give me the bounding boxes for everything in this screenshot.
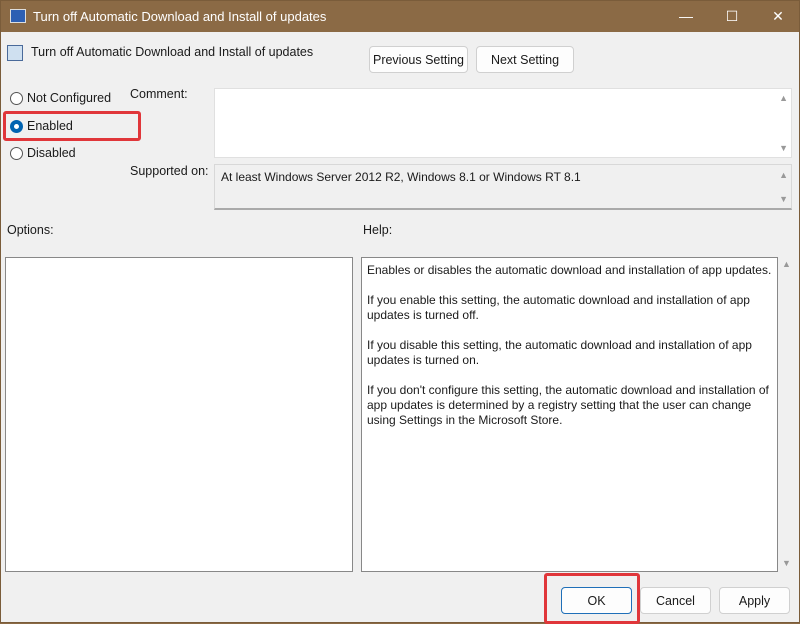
previous-setting-button[interactable]: Previous Setting [369,46,468,73]
ok-highlight [544,573,640,624]
help-paragraph: If you disable this setting, the automat… [367,338,752,367]
setting-title: Turn off Automatic Download and Install … [31,45,314,59]
help-scroll-up[interactable]: ▲ [782,259,791,269]
options-label: Options: [7,223,54,237]
close-button[interactable]: ✕ [763,5,793,27]
window-title: Turn off Automatic Download and Install … [33,9,327,24]
supported-label: Supported on: [130,164,209,178]
maximize-button[interactable]: ☐ [717,5,747,27]
setting-icon [7,45,23,61]
radio-disabled[interactable]: Disabled [10,146,76,160]
comment-input[interactable]: ▲ ▼ [214,88,792,158]
enabled-highlight [3,111,141,141]
help-panel: Enables or disables the automatic downlo… [361,257,778,572]
comment-label: Comment: [130,87,188,101]
help-paragraph: If you don't configure this setting, the… [367,383,769,427]
policy-dialog: Turn off Automatic Download and Install … [0,0,800,624]
next-setting-button[interactable]: Next Setting [476,46,574,73]
help-paragraph: Enables or disables the automatic downlo… [367,263,772,277]
policy-icon [10,9,26,23]
cancel-button[interactable]: Cancel [640,587,711,614]
radio-not-configured[interactable]: Not Configured [10,91,111,105]
minimize-button[interactable]: — [671,5,701,27]
title-bar: Turn off Automatic Download and Install … [1,1,799,32]
help-paragraph: If you enable this setting, the automati… [367,293,750,322]
supported-on-box: At least Windows Server 2012 R2, Windows… [214,164,792,210]
help-scroll-down[interactable]: ▼ [782,558,791,568]
options-panel [5,257,353,572]
help-label: Help: [363,223,393,237]
apply-button[interactable]: Apply [719,587,790,614]
supported-value: At least Windows Server 2012 R2, Windows… [221,170,581,184]
